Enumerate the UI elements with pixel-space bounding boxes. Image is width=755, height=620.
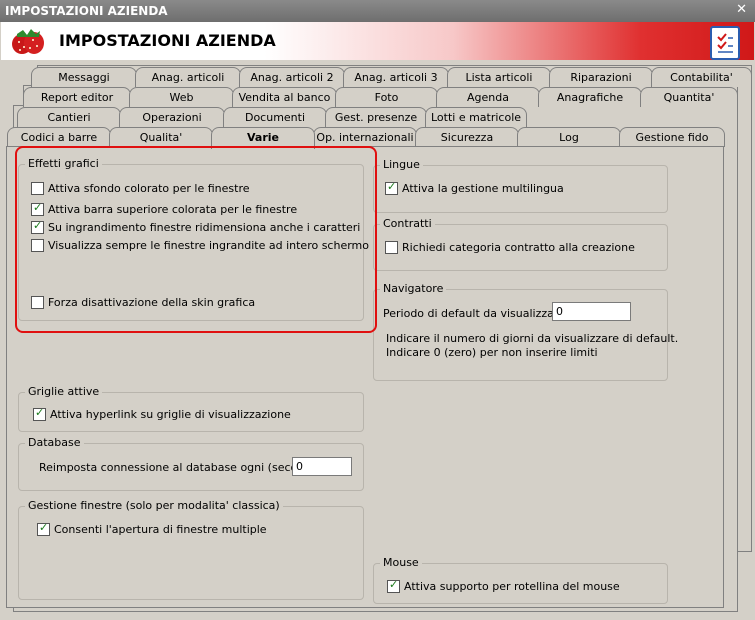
- checkbox-box[interactable]: [31, 239, 44, 252]
- tab-codici-a-barre[interactable]: Codici a barre: [7, 127, 111, 147]
- checkbox-label: Attiva la gestione multilingua: [402, 182, 564, 195]
- window-title: IMPOSTAZIONI AZIENDA: [5, 4, 168, 18]
- tab-anag-articoli-2[interactable]: Anag. articoli 2: [239, 67, 345, 87]
- tab-messaggi[interactable]: Messaggi: [31, 67, 137, 87]
- tab-sicurezza[interactable]: Sicurezza: [415, 127, 519, 147]
- tab-gestione-fido[interactable]: Gestione fido: [619, 127, 725, 147]
- categoria-contratto-checkbox[interactable]: Richiedi categoria contratto alla creazi…: [385, 241, 635, 254]
- checkbox-label: Forza disattivazione della skin grafica: [48, 296, 256, 309]
- tab-anag-articoli[interactable]: Anag. articoli: [135, 67, 241, 87]
- tab-lista-articoli[interactable]: Lista articoli: [447, 67, 551, 87]
- tab-qualita[interactable]: Qualita': [109, 127, 213, 147]
- checkbox-box[interactable]: [31, 296, 44, 309]
- check-icon: ✓: [387, 180, 397, 193]
- group-title: Effetti grafici: [25, 157, 102, 170]
- database-label: Reimposta connessione al database ogni (…: [39, 461, 326, 474]
- navigatore-group: Navigatore Periodo di default da visuali…: [373, 282, 678, 381]
- checkbox-label: Richiedi categoria contratto alla creazi…: [402, 241, 635, 254]
- tab-agenda[interactable]: Agenda: [436, 87, 540, 107]
- group-title: Lingue: [380, 158, 423, 171]
- tab-gest-presenze[interactable]: Gest. presenze: [325, 107, 427, 127]
- tab-vendita-al-banco[interactable]: Vendita al banco: [232, 87, 337, 107]
- tab-foto[interactable]: Foto: [335, 87, 438, 107]
- disattivazione-skin-checkbox[interactable]: Forza disattivazione della skin grafica: [31, 296, 255, 309]
- tab-contabilita[interactable]: Contabilita': [651, 67, 752, 87]
- navigatore-note: Indicare 0 (zero) per non inserire limit…: [386, 346, 598, 359]
- hyperlink-griglie-checkbox[interactable]: ✓ Attiva hyperlink su griglie di visuali…: [33, 406, 291, 421]
- checkbox-box[interactable]: ✓: [31, 219, 44, 234]
- check-icon: ✓: [389, 578, 399, 591]
- tab-riparazioni[interactable]: Riparazioni: [549, 67, 653, 87]
- tab-cantieri[interactable]: Cantieri: [17, 107, 121, 127]
- contratti-group: Contratti Richiedi categoria contratto a…: [373, 217, 668, 271]
- multilingua-checkbox[interactable]: ✓ Attiva la gestione multilingua: [385, 180, 564, 195]
- check-icon: ✓: [39, 521, 49, 534]
- tab-web[interactable]: Web: [129, 87, 234, 107]
- checkbox-box[interactable]: ✓: [31, 201, 44, 216]
- group-title: Navigatore: [380, 282, 447, 295]
- finestre-multiple-checkbox[interactable]: ✓ Consenti l'apertura di finestre multip…: [37, 521, 267, 536]
- tab-lotti-e-matricole[interactable]: Lotti e matricole: [425, 107, 527, 127]
- tab-log[interactable]: Log: [517, 127, 621, 147]
- group-title: Contratti: [380, 217, 435, 230]
- tab-op-internazionali[interactable]: Op. internazionali: [313, 127, 417, 147]
- checkbox-box[interactable]: [31, 182, 44, 195]
- close-icon[interactable]: ✕: [736, 2, 747, 17]
- check-icon: ✓: [33, 201, 43, 214]
- checkbox-label: Consenti l'apertura di finestre multiple: [54, 523, 267, 536]
- checklist-icon[interactable]: [710, 26, 740, 60]
- database-seconds-input[interactable]: 0: [292, 457, 352, 476]
- checkbox-box[interactable]: ✓: [385, 180, 398, 195]
- gestione-finestre-group: Gestione finestre (solo per modalita' cl…: [18, 499, 364, 600]
- checkbox-box[interactable]: [385, 241, 398, 254]
- strawberry-logo-icon: [12, 29, 44, 54]
- group-title: Database: [25, 436, 84, 449]
- database-group: Database Reimposta connessione al databa…: [18, 436, 364, 491]
- header-title: IMPOSTAZIONI AZIENDA: [59, 31, 276, 50]
- tab-anag-articoli-3[interactable]: Anag. articoli 3: [343, 67, 449, 87]
- sfondo-colorato-checkbox[interactable]: Attiva sfondo colorato per le finestre: [31, 182, 250, 195]
- check-icon: ✓: [35, 406, 45, 419]
- tab-quantita[interactable]: Quantita': [640, 87, 738, 107]
- effetti-grafici-group: Effetti grafici Attiva sfondo colorato p…: [18, 157, 369, 321]
- intero-schermo-checkbox[interactable]: Visualizza sempre le finestre ingrandite…: [31, 239, 369, 252]
- checkbox-box[interactable]: ✓: [387, 578, 400, 593]
- periodo-label: Periodo di default da visualizzare :: [383, 307, 573, 320]
- check-icon: ✓: [33, 219, 43, 232]
- navigatore-note: Indicare il numero di giorni da visualiz…: [386, 332, 679, 345]
- barra-superiore-checkbox[interactable]: ✓ Attiva barra superiore colorata per le…: [31, 201, 298, 216]
- checkbox-label: Attiva sfondo colorato per le finestre: [48, 182, 250, 195]
- checkbox-box[interactable]: ✓: [33, 406, 46, 421]
- tab-operazioni[interactable]: Operazioni: [119, 107, 225, 127]
- checkbox-box[interactable]: ✓: [37, 521, 50, 536]
- checkbox-label: Attiva hyperlink su griglie di visualizz…: [50, 408, 291, 421]
- tab-anagrafiche[interactable]: Anagrafiche: [538, 87, 642, 107]
- app-header: IMPOSTAZIONI AZIENDA: [1, 22, 754, 61]
- checkbox-label: Visualizza sempre le finestre ingrandite…: [48, 239, 369, 252]
- checkbox-label: Su ingrandimento finestre ridimensiona a…: [48, 221, 361, 234]
- group-title: Mouse: [380, 556, 422, 569]
- checkbox-label: Attiva barra superiore colorata per le f…: [48, 203, 298, 216]
- lingue-group: Lingue ✓ Attiva la gestione multilingua: [373, 158, 668, 213]
- checkbox-label: Attiva supporto per rotellina del mouse: [404, 580, 620, 593]
- tab-report-editor[interactable]: Report editor: [23, 87, 131, 107]
- mouse-group: Mouse ✓ Attiva supporto per rotellina de…: [373, 556, 668, 604]
- periodo-input[interactable]: 0: [552, 302, 631, 321]
- group-title: Gestione finestre (solo per modalita' cl…: [25, 499, 283, 512]
- tab-varie[interactable]: Varie: [211, 127, 315, 149]
- griglie-attive-group: Griglie attive ✓ Attiva hyperlink su gri…: [18, 385, 364, 432]
- title-bar: IMPOSTAZIONI AZIENDA ✕: [0, 0, 755, 22]
- ridimensiona-caratteri-checkbox[interactable]: ✓ Su ingrandimento finestre ridimensiona…: [31, 219, 361, 234]
- group-title: Griglie attive: [25, 385, 103, 398]
- tab-documenti[interactable]: Documenti: [223, 107, 327, 127]
- varie-tab-page: Effetti grafici Attiva sfondo colorato p…: [6, 146, 724, 608]
- rotellina-mouse-checkbox[interactable]: ✓ Attiva supporto per rotellina del mous…: [387, 578, 620, 593]
